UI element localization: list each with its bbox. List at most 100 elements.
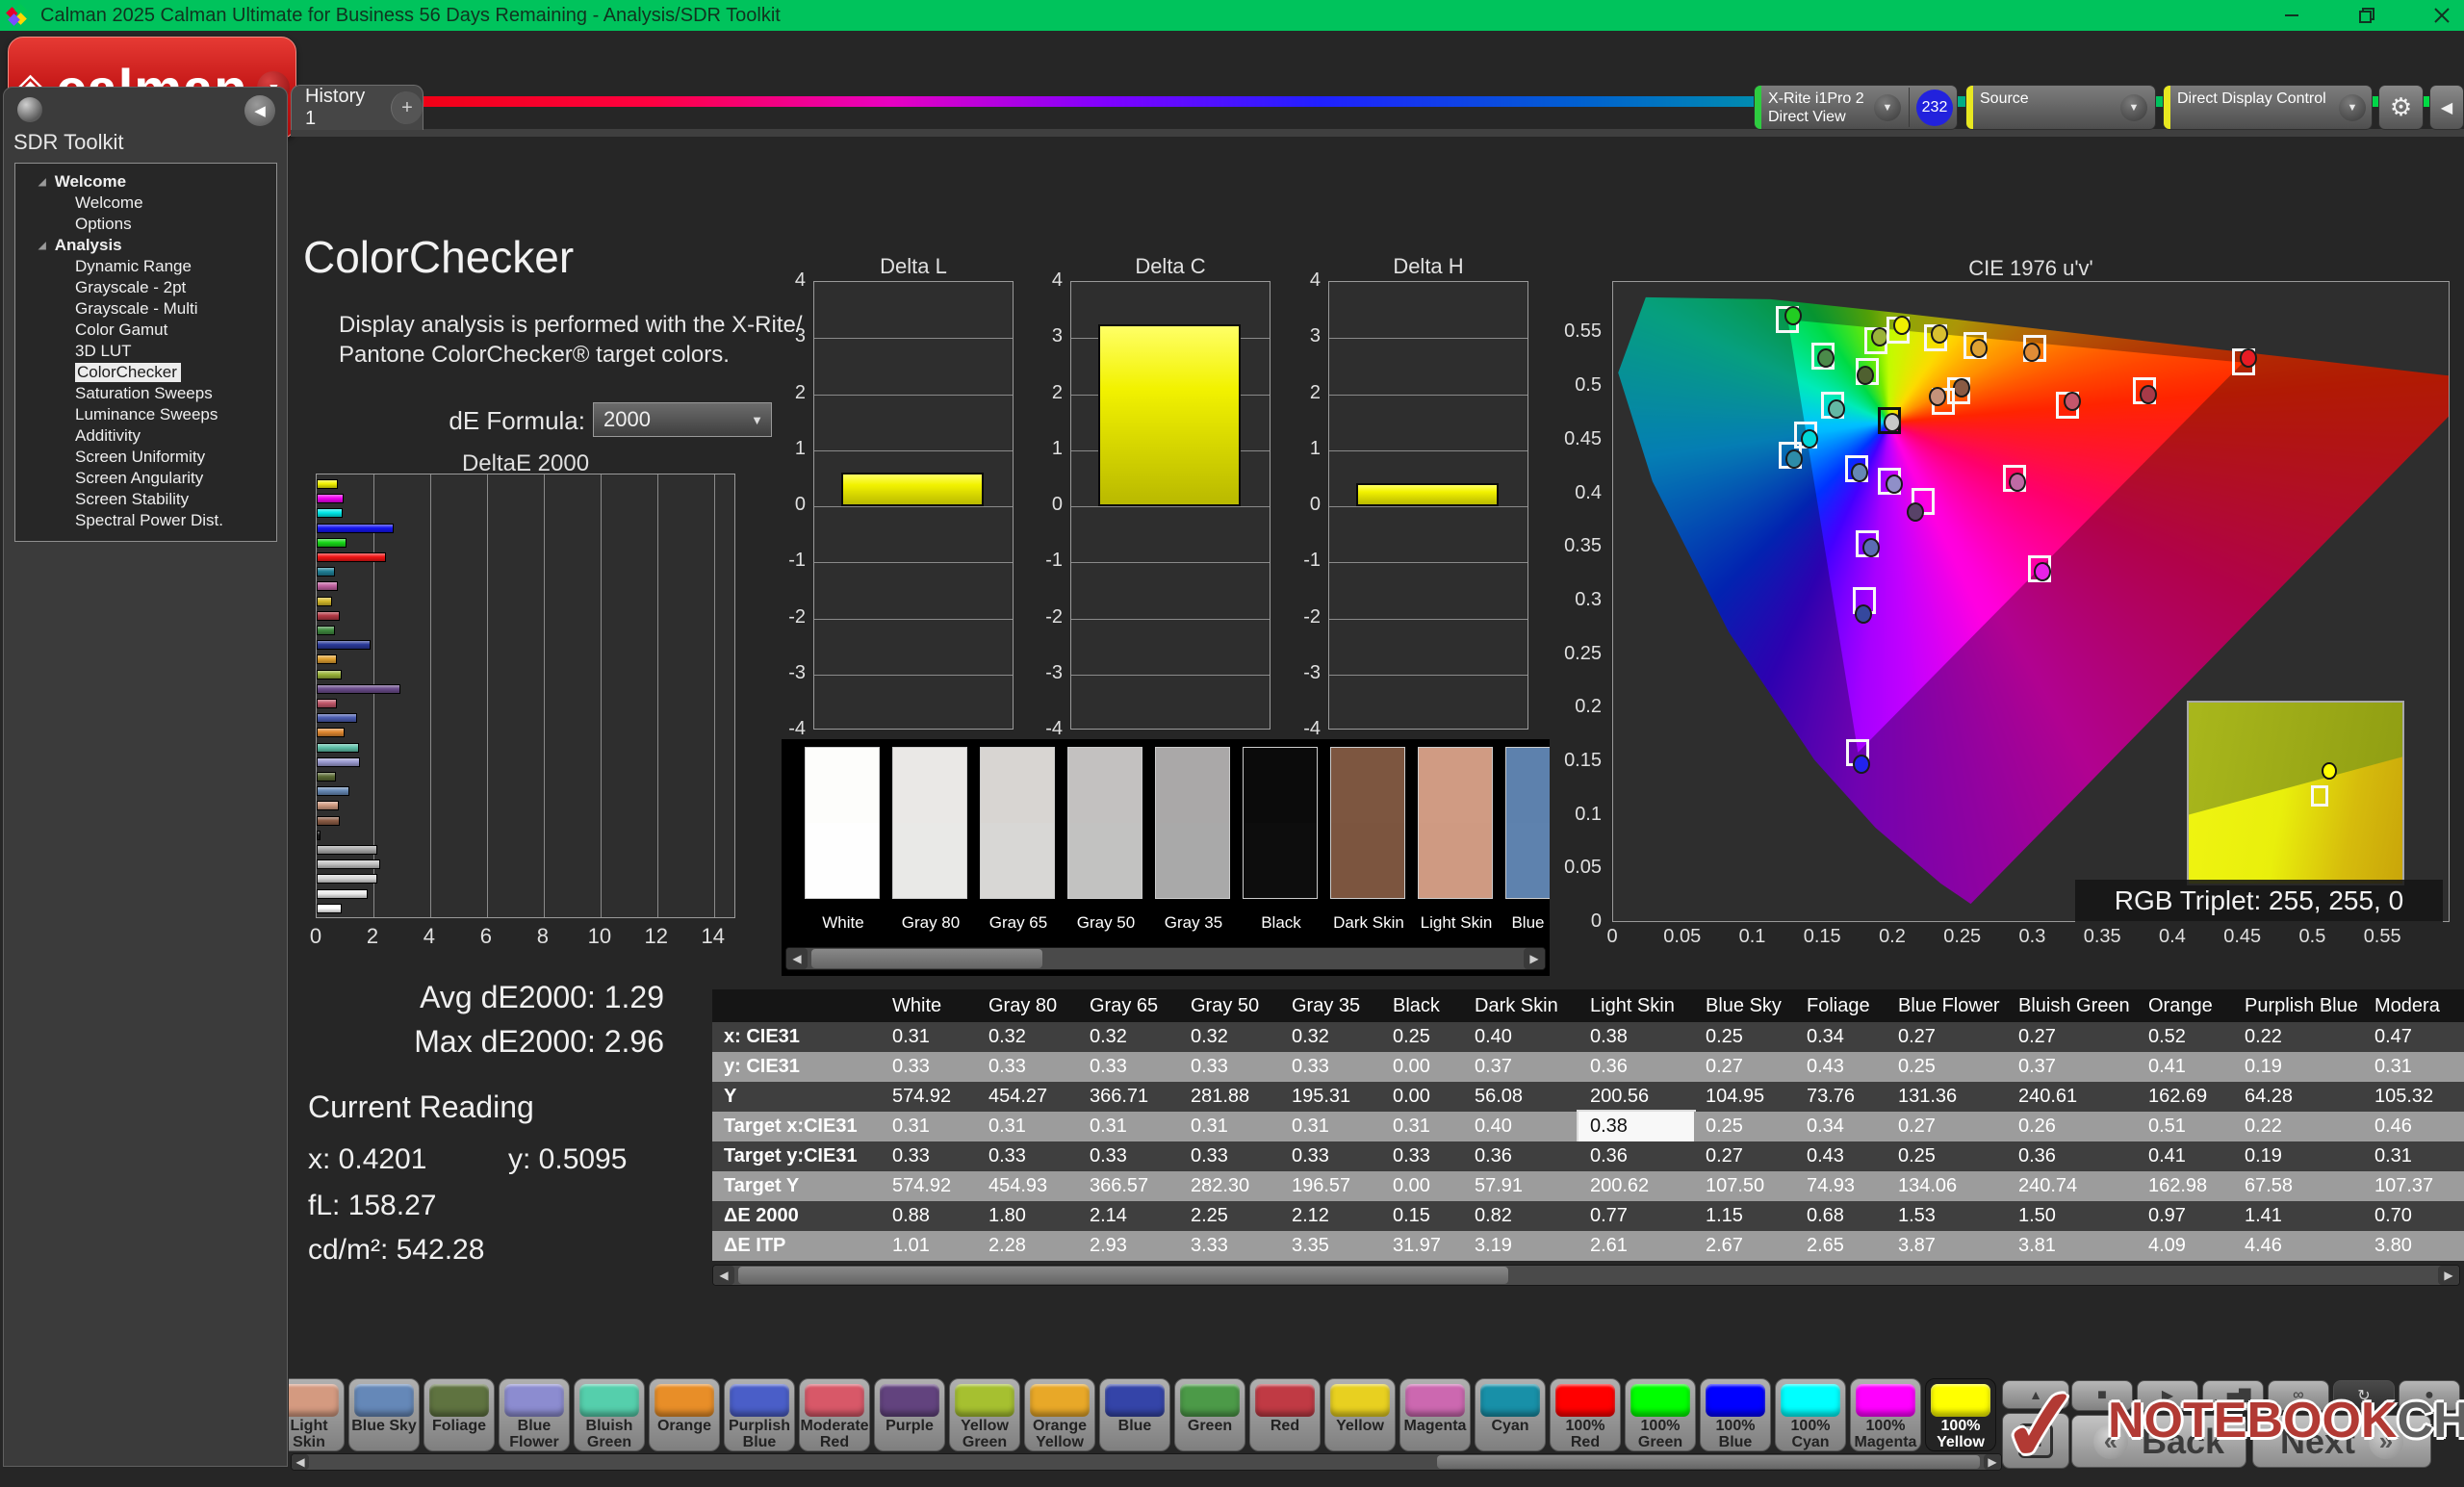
histogram-button[interactable]: ▂▅▇ <box>2202 1380 2264 1411</box>
patch-button-magenta[interactable]: Magenta <box>1399 1378 1471 1451</box>
sidebar-item-screen-angularity[interactable]: Screen Angularity <box>15 468 276 489</box>
tab-history-1[interactable]: History 1 + <box>291 85 424 130</box>
table-cell: 0.33 <box>881 1141 977 1171</box>
sidebar-item-luminance-sweeps[interactable]: Luminance Sweeps <box>15 404 276 425</box>
patch-button-100-green[interactable]: 100% Green <box>1625 1378 1696 1451</box>
patch-button-cyan[interactable]: Cyan <box>1475 1378 1546 1451</box>
display-control-dropdown-icon[interactable]: ▼ <box>2339 94 2366 121</box>
patch-button-orange-yellow[interactable]: Orange Yellow <box>1024 1378 1095 1451</box>
sidebar-item-analysis[interactable]: ◢ Analysis <box>15 235 276 256</box>
sidebar-item-dynamic-range[interactable]: Dynamic Range <box>15 256 276 277</box>
patch-button-foliage[interactable]: Foliage <box>424 1378 495 1451</box>
patch-scroll-right-icon[interactable]: ▶ <box>1984 1454 2001 1470</box>
settings-button[interactable]: ⚙ <box>2378 85 2424 130</box>
patch-button-orange[interactable]: Orange <box>649 1378 720 1451</box>
patch-button-red[interactable]: Red <box>1249 1378 1321 1451</box>
source-dropdown-icon[interactable]: ▼ <box>2120 94 2147 121</box>
next-button[interactable]: Next » <box>2252 1415 2431 1468</box>
patch-button-light-skin[interactable]: Light Skin <box>289 1378 345 1451</box>
panel-collapse-button[interactable]: ◀ <box>2429 85 2464 130</box>
reading-x: x: 0.4201 <box>308 1143 427 1175</box>
scroll-left-icon[interactable]: ◀ <box>786 948 808 969</box>
sidebar-item-colorchecker[interactable]: ColorChecker <box>15 362 276 383</box>
meter-count-badge[interactable]: 232 <box>1916 90 1953 126</box>
patch-scroll-up-button[interactable]: ▲ <box>2002 1380 2069 1409</box>
sidebar-item-3d-lut[interactable]: 3D LUT <box>15 341 276 362</box>
patch-scroll-left-icon[interactable]: ◀ <box>292 1454 309 1470</box>
patch-button-yellow[interactable]: Yellow <box>1324 1378 1396 1451</box>
delta-l-tick-label: -4 <box>788 718 806 739</box>
table-cell: 195.31 <box>1280 1082 1381 1112</box>
sidebar-item-saturation-sweeps[interactable]: Saturation Sweeps <box>15 383 276 404</box>
sidebar-item-additivity[interactable]: Additivity <box>15 425 276 447</box>
chevron-left-icon: ◀ <box>2440 99 2453 116</box>
table-col-white: White <box>881 989 977 1022</box>
table-cell: 0.47 <box>2363 1022 2464 1052</box>
patch-button-blue-flower[interactable]: Blue Flower <box>499 1378 570 1451</box>
patch-color-chip <box>1706 1384 1765 1417</box>
sidebar-orb-button[interactable] <box>17 97 42 122</box>
sidebar-item-screen-stability[interactable]: Screen Stability <box>15 489 276 510</box>
table-scrollbar[interactable]: ◀ ▶ <box>712 1265 2460 1286</box>
meter-dropdown[interactable]: X-Rite i1Pro 2 Direct View ▼ 232 <box>1754 85 1958 130</box>
patch-button-100-cyan[interactable]: 100% Cyan <box>1775 1378 1846 1451</box>
sidebar-item-options[interactable]: Options <box>15 214 276 235</box>
display-control-dropdown[interactable]: Direct Display Control ▼ <box>2163 85 2373 130</box>
table-scroll-right-icon[interactable]: ▶ <box>2438 1266 2459 1285</box>
patch-button-yellow-green[interactable]: Yellow Green <box>949 1378 1020 1451</box>
patch-scroll-thumb[interactable] <box>1437 1455 1980 1469</box>
patch-button-bluish-green[interactable]: Bluish Green <box>574 1378 645 1451</box>
table-cell: 0.33 <box>1179 1052 1280 1082</box>
sidebar-item-welcome[interactable]: Welcome <box>15 192 276 214</box>
patch-button-blue-sky[interactable]: Blue Sky <box>348 1378 420 1451</box>
sidebar-collapse-button[interactable]: ◀ <box>244 95 275 126</box>
play-button[interactable]: ▶ <box>2137 1380 2198 1411</box>
sidebar-item-grayscale-2pt[interactable]: Grayscale - 2pt <box>15 277 276 298</box>
patch-button-purple[interactable]: Purple <box>874 1378 945 1451</box>
expand-icon[interactable]: ◢ <box>38 177 46 188</box>
meter-dropdown-icon[interactable]: ▼ <box>1874 94 1901 121</box>
sidebar-item-welcome[interactable]: ◢ Welcome <box>15 171 276 192</box>
table-cell: 0.25 <box>1886 1052 2007 1082</box>
table-cell: 0.36 <box>1578 1141 1694 1171</box>
patch-button-moderate-red[interactable]: Moderate Red <box>799 1378 870 1451</box>
de-formula-select[interactable]: 2000 ▼ <box>593 402 772 437</box>
table-cell: 0.43 <box>1795 1141 1886 1171</box>
table-scroll-thumb[interactable] <box>738 1267 1508 1284</box>
deltae-tick-label: 0 <box>309 924 322 948</box>
patch-button-green[interactable]: Green <box>1174 1378 1245 1451</box>
patch-color-chip <box>1180 1384 1240 1417</box>
back-button[interactable]: « Back <box>2071 1415 2246 1468</box>
stop-measure-button[interactable]: ■ <box>2002 1413 2069 1469</box>
patch-button-100-yellow[interactable]: 100% Yellow <box>1925 1378 1996 1451</box>
add-tab-button[interactable]: + <box>390 91 423 124</box>
minimize-button[interactable] <box>2279 3 2304 28</box>
patch-button-100-blue[interactable]: 100% Blue <box>1700 1378 1771 1451</box>
sidebar-item-grayscale-multi[interactable]: Grayscale - Multi <box>15 298 276 320</box>
swatch-scrollbar[interactable]: ◀ ▶ <box>785 947 1546 970</box>
de-formula-value: 2000 <box>603 407 651 431</box>
close-button[interactable] <box>2429 3 2454 28</box>
cie-x-tick: 0.1 <box>1738 926 1766 947</box>
sidebar-item-color-gamut[interactable]: Color Gamut <box>15 320 276 341</box>
patch-button-purplish-blue[interactable]: Purplish Blue <box>724 1378 795 1451</box>
continuous-measure-button[interactable]: ↻ <box>2333 1380 2395 1411</box>
sidebar-item-spectral-power-dist-[interactable]: Spectral Power Dist. <box>15 510 276 531</box>
record-button[interactable]: ● <box>2399 1380 2460 1411</box>
delta-h-chart <box>1328 281 1528 730</box>
patch-button-100-magenta[interactable]: 100% Magenta <box>1850 1378 1921 1451</box>
source-dropdown[interactable]: Source ▼ <box>1965 85 2156 130</box>
measured-point-moderate-red <box>2063 391 2081 411</box>
scroll-right-icon[interactable]: ▶ <box>1524 948 1545 969</box>
sidebar-item-screen-uniformity[interactable]: Screen Uniformity <box>15 447 276 468</box>
patch-scrollbar[interactable]: ◀ ▶ <box>291 1453 2002 1471</box>
expand-icon[interactable]: ◢ <box>38 241 46 251</box>
table-scroll-left-icon[interactable]: ◀ <box>713 1266 734 1285</box>
cie-x-tick: 0.55 <box>2363 926 2401 947</box>
loop-button[interactable]: ∞ <box>2268 1380 2329 1411</box>
stop-button[interactable]: ■ <box>2071 1380 2133 1411</box>
patch-button-100-red[interactable]: 100% Red <box>1550 1378 1621 1451</box>
patch-button-blue[interactable]: Blue <box>1099 1378 1170 1451</box>
restore-button[interactable] <box>2354 3 2379 28</box>
swatch-scroll-thumb[interactable] <box>811 949 1042 968</box>
